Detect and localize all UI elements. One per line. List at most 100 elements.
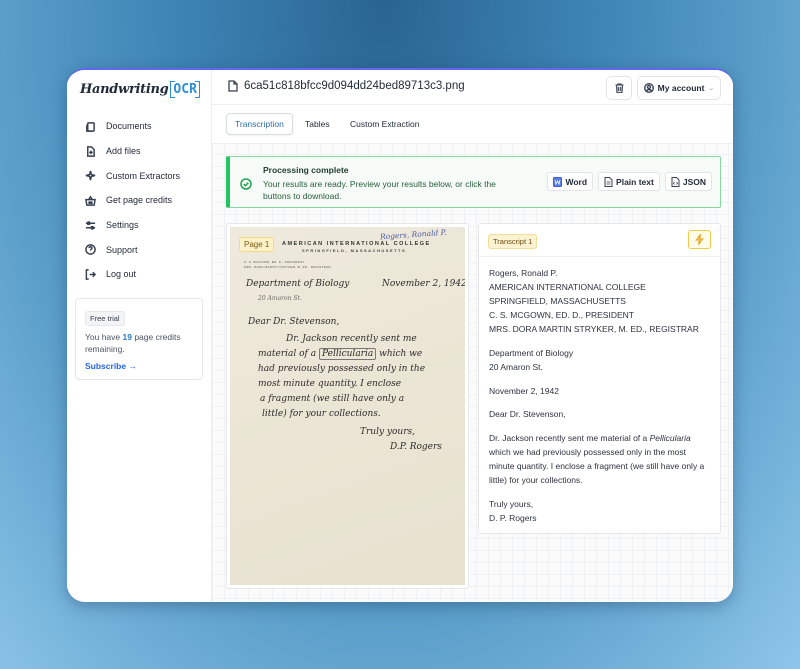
logo-script: Handwriting <box>80 81 169 97</box>
user-circle-icon <box>643 83 654 93</box>
transcript-body-part: which we had previously possessed only i… <box>489 446 705 486</box>
letterhead-registrar: MRS. DORA MARTIN STRYKER, M. ED., REGIST… <box>244 264 331 269</box>
hw-signature: D.P. Rogers <box>390 442 442 452</box>
transcript-signature: D. P. Rogers <box>489 512 537 523</box>
transcript-panel: Transcript 1 Rogers, Ronald P. AMERICAN … <box>478 223 721 534</box>
banner-title: Processing complete <box>263 165 349 175</box>
sidebar-item-label: Log out <box>106 269 137 280</box>
sidebar-item-custom-extractors[interactable]: Custom Extractors <box>84 163 180 188</box>
sidebar-item-label: Settings <box>106 220 139 231</box>
documents-icon <box>84 120 96 132</box>
json-file-icon <box>671 176 680 187</box>
sidebar-item-log-out[interactable]: Log out <box>84 262 180 287</box>
sidebar-item-add-files[interactable]: Add files <box>84 139 180 164</box>
tab-transcription[interactable]: Transcription <box>226 113 293 135</box>
processing-complete-banner: Processing complete Your results are rea… <box>226 156 721 208</box>
check-circle-icon <box>240 177 252 190</box>
delete-button[interactable] <box>606 76 632 100</box>
transcript-line: AMERICAN INTERNATIONAL COLLEGE <box>489 282 646 293</box>
hw-line-3: had previously possessed only in the <box>258 364 426 374</box>
download-plain-text-button[interactable]: Plain text <box>598 172 660 191</box>
json-label: JSON <box>682 176 706 187</box>
sparkle-icon <box>84 170 96 182</box>
letterhead-officers: C. S. MCGOWN, ED. D., PRESIDENT MRS. DOR… <box>244 260 331 269</box>
transcript-line: 20 Amaron St. <box>489 362 543 373</box>
hw-line-4: most minute quantity. I enclose <box>258 379 402 389</box>
hw-greeting: Dear Dr. Stevenson, <box>248 317 340 327</box>
hw-species-boxed: Pellicularia <box>318 348 377 360</box>
sidebar-item-documents[interactable]: Documents <box>84 114 180 139</box>
download-json-button[interactable]: JSON <box>664 172 712 191</box>
ai-action-button[interactable] <box>688 230 711 249</box>
hw-line-2: material of a Pellicularia which we <box>258 348 423 360</box>
sidebar-item-label: Custom Extractors <box>106 170 181 181</box>
app-window: Handwriting OCR Documents Add files Cust… <box>67 68 733 602</box>
banner-text: Your results are ready. Preview your res… <box>263 179 496 201</box>
document-image[interactable]: Page 1 Rogers, Ronald P. AMERICAN INTERN… <box>230 227 465 585</box>
hw-line-5: a fragment (we still have only a <box>260 394 405 404</box>
sidebar-item-label: Documents <box>106 121 152 132</box>
download-buttons: Word Plain text JSON <box>547 172 712 191</box>
hw-line-6: little) for your collections. <box>262 409 381 419</box>
sidebar: Handwriting OCR Documents Add files Cust… <box>67 70 212 602</box>
hw-department: Department of Biology <box>246 279 350 289</box>
file-icon <box>228 80 238 92</box>
tab-custom-extraction[interactable]: Custom Extraction <box>342 113 427 135</box>
account-label: My account <box>657 83 705 93</box>
download-word-button[interactable]: Word <box>547 172 594 191</box>
page-badge: Page 1 <box>239 237 275 252</box>
word-label: Word <box>565 176 588 187</box>
plain-text-label: Plain text <box>616 176 654 187</box>
credits-count: 19 <box>122 332 132 342</box>
sidebar-nav: Documents Add files Custom Extractors Ge… <box>84 114 180 287</box>
tab-bar: Transcription Tables Custom Extraction <box>212 105 733 144</box>
trash-icon <box>615 83 623 93</box>
transcript-header-block: Rogers, Ronald P. AMERICAN INTERNATIONAL… <box>489 266 710 336</box>
transcript-greeting: Dear Dr. Stevenson, <box>489 409 566 420</box>
credits-text-prefix: You have <box>85 332 123 342</box>
transcript-department-block: Department of Biology 20 Amaron St. <box>489 346 710 374</box>
sidebar-item-settings[interactable]: Settings <box>84 213 180 238</box>
transcript-badge: Transcript 1 <box>488 234 538 249</box>
hw-closing: Truly yours, <box>360 427 416 437</box>
help-circle-icon <box>84 244 96 256</box>
hw-line-2c: which we <box>379 349 423 359</box>
document-image-panel: Page 1 Rogers, Ronald P. AMERICAN INTERN… <box>226 223 469 589</box>
file-plus-icon <box>84 145 96 157</box>
letterhead-college: AMERICAN INTERNATIONAL COLLEGE <box>282 241 431 247</box>
hw-address: 20 Amaron St. <box>258 295 302 302</box>
transcript-line: C. S. MCGOWN, ED. D., PRESIDENT <box>489 310 634 321</box>
hw-line-1: Dr. Jackson recently sent me <box>286 334 417 344</box>
logo[interactable]: Handwriting OCR <box>80 78 201 100</box>
transcript-line: Truly yours, <box>489 498 534 509</box>
sidebar-item-label: Add files <box>106 146 141 157</box>
my-account-button[interactable]: My account ⌄ <box>637 76 721 100</box>
log-out-icon <box>84 268 96 280</box>
sliders-icon <box>84 219 96 231</box>
main-content: 6ca51c818bfcc9d094dd24bed89713c3.png My … <box>212 70 733 602</box>
transcript-closing: Truly yours, D. P. Rogers <box>489 497 710 525</box>
transcript-body-part: Dr. Jackson recently sent me material of… <box>489 432 650 443</box>
text-file-icon <box>604 176 613 187</box>
file-name: 6ca51c818bfcc9d094dd24bed89713c3.png <box>244 80 465 92</box>
file-title: 6ca51c818bfcc9d094dd24bed89713c3.png <box>228 80 465 92</box>
credits-remaining-text: You have 19 page credits remaining. <box>85 331 193 355</box>
transcript-header: Transcript 1 <box>479 224 720 257</box>
chevron-down-icon: ⌄ <box>708 85 715 92</box>
basket-icon <box>84 194 96 206</box>
transcript-line: SPRINGFIELD, MASSACHUSETTS <box>489 296 626 307</box>
hw-line-2a: material of a <box>258 349 317 359</box>
transcript-date: November 2, 1942 <box>489 385 559 396</box>
transcript-species-name: Pellicularia <box>649 432 691 443</box>
tab-tables[interactable]: Tables <box>297 113 338 135</box>
lightning-icon <box>695 234 704 245</box>
logo-mark: OCR <box>170 80 201 98</box>
sidebar-item-support[interactable]: Support <box>84 237 180 262</box>
sidebar-item-get-page-credits[interactable]: Get page credits <box>84 188 180 213</box>
top-bar: 6ca51c818bfcc9d094dd24bed89713c3.png My … <box>212 70 733 105</box>
word-icon <box>553 176 563 187</box>
subscribe-link[interactable]: Subscribe → <box>85 361 193 371</box>
sidebar-item-label: Support <box>106 244 138 255</box>
transcript-line: Department of Biology <box>489 347 574 358</box>
transcript-text: Rogers, Ronald P. AMERICAN INTERNATIONAL… <box>479 257 720 543</box>
